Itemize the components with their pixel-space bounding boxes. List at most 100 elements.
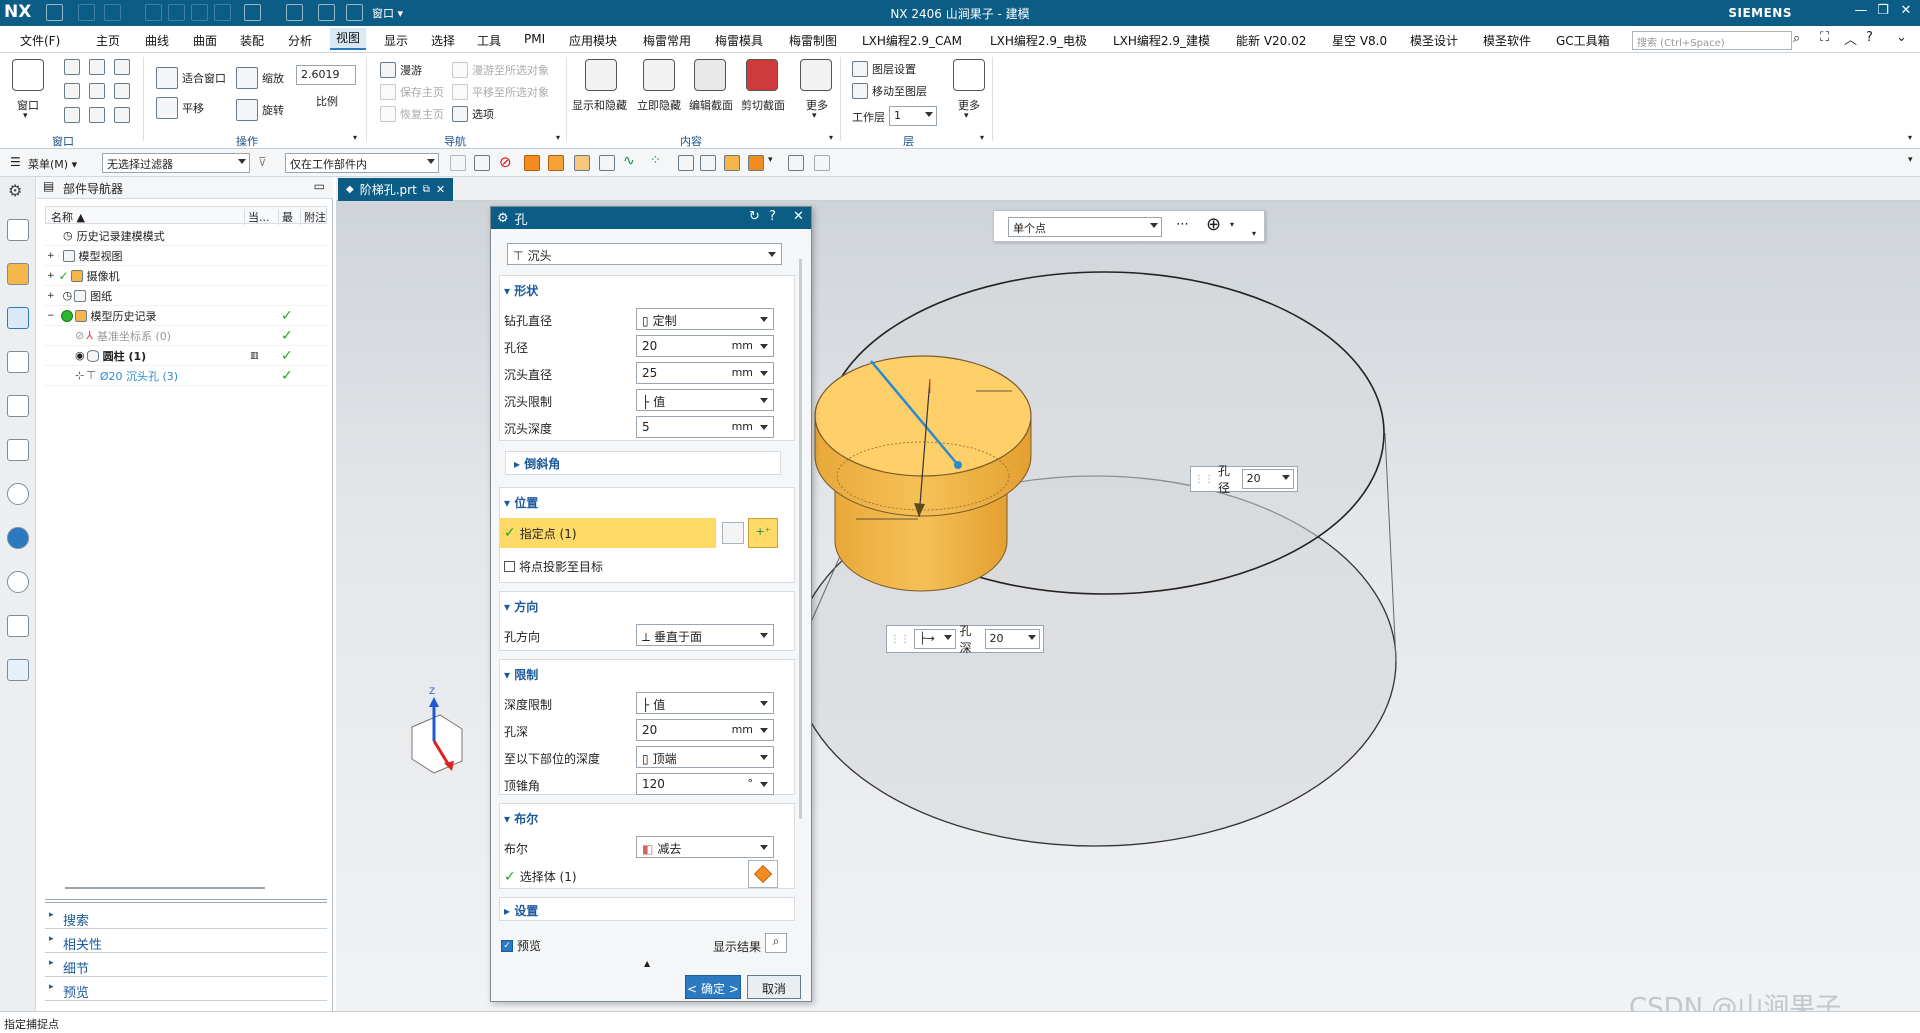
menu-meilei-drawing[interactable]: 梅雷制图 — [789, 32, 837, 49]
point-type-select[interactable]: 单个点 — [1008, 217, 1162, 237]
collapse-icon[interactable]: − — [47, 311, 55, 321]
menu-mosheng-software[interactable]: 模圣软件 — [1483, 32, 1531, 49]
work-layer-select[interactable]: 1 — [889, 106, 937, 126]
preview-checkbox-row[interactable]: ✓ 预览 — [501, 937, 541, 954]
project-point-checkbox-row[interactable]: 将点投影至目标 — [504, 558, 603, 575]
menu-tools[interactable]: 工具 — [477, 32, 501, 49]
main-menu-button[interactable]: 菜单(M) ▾ — [28, 156, 77, 172]
hole-center-point[interactable] — [954, 461, 962, 469]
tree-row-datum-csys[interactable]: ⊘ ⅄ 基准坐标系 (0) ✓ — [45, 326, 327, 346]
menu-meilei-common[interactable]: 梅雷常用 — [643, 32, 691, 49]
rotate-button[interactable]: 旋转 — [236, 99, 284, 121]
depth-limit-select[interactable]: ├ 值 — [636, 692, 774, 714]
select-body-button[interactable] — [748, 860, 778, 888]
menu-assembly[interactable]: 装配 — [240, 32, 264, 49]
more-options-icon[interactable]: ⋯ — [1176, 217, 1189, 232]
tree-row-model-history[interactable]: − 模型历史记录 ✓ — [45, 306, 327, 326]
select-all-icon[interactable] — [450, 155, 466, 171]
window-dropdown-icon[interactable]: ▾ — [23, 111, 28, 121]
layer-settings-button[interactable]: 图层设置 — [852, 61, 916, 77]
tab-close-icon[interactable]: ✕ — [436, 183, 445, 196]
content-more-icon[interactable] — [800, 59, 832, 91]
onscreen-hole-depth-input[interactable]: 20 — [984, 629, 1041, 649]
menu-select[interactable]: 选择 — [431, 32, 455, 49]
section-boolean-header[interactable]: ▾ 布尔 — [504, 810, 538, 827]
section-settings[interactable]: ▸ 设置 — [499, 897, 795, 921]
point-dialog-icon[interactable]: +⁺ — [748, 518, 778, 548]
snap-dropdown-icon[interactable]: ▾ — [768, 155, 773, 165]
layout-tri-right-icon[interactable] — [114, 83, 130, 99]
hidden-eye-icon[interactable]: ⊘ — [75, 329, 84, 342]
view-triad[interactable]: Z — [400, 687, 480, 787]
menu-applications[interactable]: 应用模块 — [569, 32, 617, 49]
menu-lxh-modeling[interactable]: LXH编程2.9_建模 — [1113, 32, 1210, 49]
fullscreen-icon[interactable]: ⛶ — [1820, 30, 1829, 45]
layout-tri-left-icon[interactable] — [89, 83, 105, 99]
scrollbar-thumb[interactable] — [65, 887, 265, 889]
specify-point-row[interactable]: ✓ 指定点 (1) — [500, 518, 716, 548]
depth-to-select[interactable]: ▯ 顶端 — [636, 746, 774, 768]
snap-center-icon[interactable] — [748, 155, 764, 171]
expand-icon[interactable]: + — [47, 271, 55, 281]
menu-analysis[interactable]: 分析 — [288, 32, 312, 49]
selection-scope-select[interactable]: 仅在工作部件内 — [285, 153, 439, 173]
section-position-header[interactable]: ▾ 位置 — [504, 494, 538, 511]
show-hide-icon[interactable] — [585, 59, 617, 91]
part-navigator-icon[interactable] — [7, 307, 29, 329]
drag-handle-icon[interactable]: ⋮⋮ — [890, 634, 910, 645]
menu-pmi[interactable]: PMI — [524, 32, 545, 46]
face-icon[interactable] — [574, 155, 590, 171]
content-more-dropdown-icon[interactable]: ▾ — [812, 111, 817, 121]
restore-icon[interactable]: ❐ — [1872, 3, 1894, 18]
tree-row-model-views[interactable]: + 模型视图 — [45, 246, 327, 266]
accordion-dependencies[interactable]: ▸ 相关性 — [45, 931, 327, 953]
clip-section-button[interactable]: 剪切截面 — [741, 97, 785, 113]
hole-type-select[interactable]: ⊤ 沉头 — [507, 243, 782, 265]
assembly-navigator-icon[interactable] — [7, 219, 29, 241]
accordion-search[interactable]: ▸ 搜索 — [45, 907, 327, 929]
bar-expand-icon[interactable]: ▾ — [1252, 229, 1256, 238]
operate-more-icon[interactable]: ▾ — [353, 133, 357, 142]
menu-curve[interactable]: 曲线 — [145, 32, 169, 49]
snap-end-icon[interactable] — [700, 155, 716, 171]
constraint-navigator-icon[interactable] — [7, 263, 29, 285]
counterbore-limit-select[interactable]: ├ 值 — [636, 389, 774, 411]
dialog-scrollbar[interactable] — [799, 259, 802, 819]
ribbon-options-icon[interactable]: ⌄ — [1896, 30, 1907, 45]
section-direction-header[interactable]: ▾ 方向 — [504, 598, 538, 615]
point-dropdown-icon[interactable]: ▾ — [1230, 220, 1234, 229]
dialog-help-icon[interactable]: ? — [769, 209, 776, 224]
hole-depth-input[interactable]: 20 mm — [636, 719, 774, 741]
column-notes[interactable]: 附注 — [300, 209, 326, 225]
hole-direction-select[interactable]: ⟂ 垂直于面 — [636, 624, 774, 646]
tree-row-counterbore-hole[interactable]: ⊹ ⊤ Ø20 沉头孔 (3) ✓ — [45, 366, 327, 386]
boolean-select[interactable]: ◧ 减去 — [636, 836, 774, 858]
selection-filter-select[interactable]: 无选择过滤器 — [102, 153, 250, 173]
layout-tri-top-icon[interactable] — [64, 107, 80, 123]
curve-icon[interactable]: ∿ — [623, 153, 635, 169]
roles-icon[interactable] — [7, 659, 29, 681]
expand-icon[interactable]: + — [47, 291, 55, 301]
accordion-preview[interactable]: ▸ 预览 — [45, 979, 327, 1001]
reset-icon[interactable]: ↻ — [749, 209, 760, 224]
visible-check-icon[interactable]: ✓ — [59, 269, 69, 283]
options-button[interactable]: 选项 — [452, 106, 494, 122]
project-point-checkbox[interactable] — [504, 561, 515, 572]
counterbore-diameter-input[interactable]: 25 mm — [636, 362, 774, 384]
content-expand-icon[interactable]: ▾ — [829, 133, 833, 142]
menu-xingkong[interactable]: 星空 V8.0 — [1332, 32, 1387, 49]
sheet-body-icon[interactable] — [548, 155, 564, 171]
layer-more-button[interactable]: 更多 — [958, 97, 980, 113]
history-icon[interactable] — [7, 483, 29, 505]
select-body-row[interactable]: ✓ 选择体 (1) — [504, 868, 577, 885]
drill-diameter-select[interactable]: ▯ 定制 — [636, 308, 774, 330]
snap-point-icon[interactable] — [678, 155, 694, 171]
tree-row-history-mode[interactable]: ◷ 历史记录建模模式 — [45, 226, 327, 246]
reuse-library-icon[interactable] — [7, 351, 29, 373]
deselect-icon[interactable]: ⊘ — [499, 153, 512, 171]
tree-row-cylinder[interactable]: ◉ 圆柱 (1) ▥ ✓ — [45, 346, 327, 366]
clip-section-icon[interactable] — [746, 59, 778, 91]
search-icon[interactable]: ⌕ — [1793, 31, 1800, 46]
manufacturing-wizard-icon[interactable] — [7, 615, 29, 637]
system-materials-icon[interactable] — [7, 527, 29, 549]
